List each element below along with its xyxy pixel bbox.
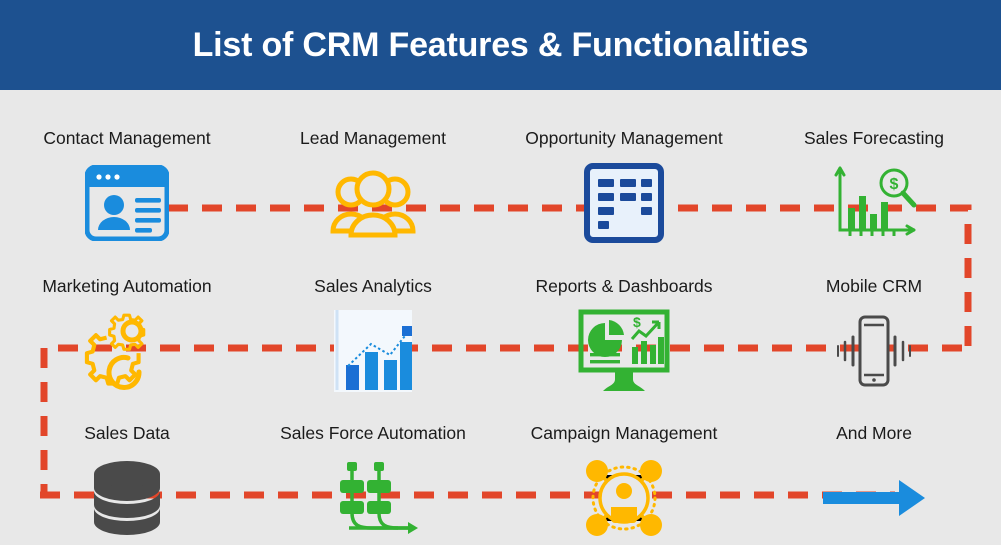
- feature-sales-data[interactable]: Sales Data: [2, 423, 252, 543]
- feature-label: Marketing Automation: [42, 276, 212, 296]
- feature-label: Reports & Dashboards: [535, 276, 713, 296]
- feature-label: Sales Analytics: [314, 276, 432, 296]
- feature-sales-analytics[interactable]: Sales Analytics: [248, 276, 498, 396]
- feature-sales-forecasting[interactable]: Sales Forecasting $: [749, 128, 999, 248]
- feature-label: Sales Data: [84, 423, 170, 443]
- feature-contact-management[interactable]: Contact Management: [2, 128, 252, 248]
- people-group-icon: [330, 170, 416, 237]
- contact-card-icon: [85, 164, 169, 241]
- feature-label: Sales Forecasting: [803, 128, 945, 148]
- feature-and-more[interactable]: And More: [749, 423, 999, 543]
- feature-sales-force-automation[interactable]: Sales Force Automation: [248, 423, 498, 543]
- kanban-board-icon: [584, 162, 664, 243]
- feature-campaign-management[interactable]: Campaign Management: [499, 423, 749, 543]
- network-person-icon: [586, 459, 662, 536]
- bar-chart-trend-icon: [334, 309, 412, 392]
- page-title: List of CRM Features & Functionalities: [192, 25, 809, 64]
- infographic-canvas: Contact Management Lead Management Oppor…: [0, 90, 1001, 545]
- right-arrow-icon: [823, 479, 925, 516]
- feature-label: Sales Force Automation: [280, 423, 466, 443]
- feature-label: Opportunity Management: [525, 128, 723, 148]
- feature-label: Mobile CRM: [825, 276, 923, 296]
- header-banner: List of CRM Features & Functionalities: [0, 0, 1001, 90]
- monitor-dashboard-icon: $: [578, 309, 670, 391]
- svg-text:$: $: [633, 314, 641, 330]
- feature-lead-management[interactable]: Lead Management: [248, 128, 498, 248]
- svg-text:$: $: [890, 176, 899, 193]
- feature-label: And More: [836, 423, 912, 443]
- gears-icon: [84, 313, 146, 390]
- feature-label: Campaign Management: [530, 423, 718, 443]
- feature-label: Lead Management: [300, 128, 446, 148]
- smartphone-signal-icon: [837, 315, 911, 386]
- workflow-pipeline-icon: [340, 461, 418, 534]
- feature-opportunity-management[interactable]: Opportunity Management: [499, 128, 749, 248]
- feature-marketing-automation[interactable]: Marketing Automation: [2, 276, 252, 396]
- feature-label: Contact Management: [43, 128, 211, 148]
- bar-chart-magnifier-dollar-icon: $: [834, 166, 917, 236]
- feature-mobile-crm[interactable]: Mobile CRM: [749, 276, 999, 396]
- feature-reports-dashboards[interactable]: Reports & Dashboards $: [499, 276, 749, 396]
- database-cylinder-icon: [94, 460, 160, 535]
